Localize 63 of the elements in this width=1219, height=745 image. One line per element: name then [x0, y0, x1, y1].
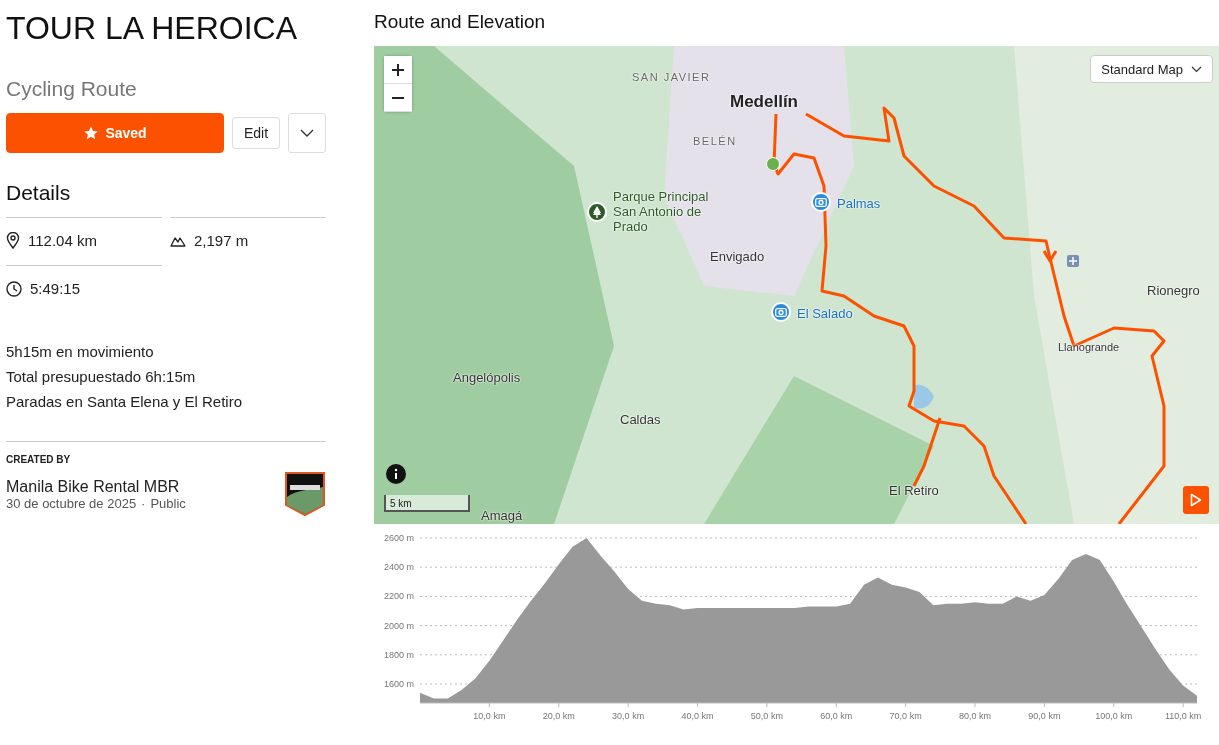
map-place-label: Angelópolis — [453, 370, 521, 385]
y-axis-label: 1800 m — [383, 649, 414, 660]
play-flyover-button[interactable] — [1183, 486, 1209, 514]
created-by-label: CREATED BY — [6, 454, 72, 465]
creator-name[interactable]: Manila Bike Rental MBR — [6, 477, 186, 496]
description-line: Paradas en Santa Elena y El Retiro — [6, 393, 243, 411]
zoom-out-button[interactable] — [384, 84, 412, 112]
play-icon — [1190, 493, 1202, 507]
x-axis-label: 100,0 km — [1095, 711, 1133, 721]
map-place-label: Envigado — [710, 249, 765, 264]
x-axis-label: 30,0 km — [612, 711, 645, 721]
chevron-down-icon — [1191, 65, 1202, 73]
edit-button[interactable]: Edit — [232, 117, 281, 149]
route-type: Cycling Route — [6, 77, 138, 101]
y-axis-label: 2400 m — [383, 562, 414, 573]
description-line: Total presupuestado 6h:15m — [6, 368, 197, 386]
section-title: Route and Elevation — [374, 11, 547, 33]
moving-time-value: 5:49:15 — [30, 280, 81, 297]
plus-icon — [392, 63, 404, 76]
y-axis-label: 1600 m — [383, 679, 414, 689]
created-date: 30 de octubre de 2025 — [6, 495, 137, 511]
x-axis-label: 90,0 km — [1028, 711, 1061, 721]
description-line: 5h15m en movimiento — [6, 343, 155, 361]
distance-value: 112.04 km — [28, 232, 97, 249]
map-place-label: El Retiro — [889, 483, 939, 498]
map-style-dropdown[interactable]: Standard Map — [1090, 55, 1213, 83]
x-axis-label: 40,0 km — [681, 711, 714, 721]
chevron-down-icon — [300, 129, 315, 137]
map-place-label: Caldas — [620, 412, 661, 427]
map-place-label: Llanogrande — [1058, 341, 1120, 353]
map-place-label: Parque Principal San Antonio de Prado — [613, 189, 710, 234]
visibility-label: Public — [150, 495, 186, 511]
y-axis-label: 2600 m — [383, 533, 414, 543]
clock-icon — [6, 280, 22, 297]
separator-dot: · — [141, 495, 146, 511]
x-axis-label: 20,0 km — [542, 711, 575, 721]
map-place-label: Rionegro — [1147, 283, 1200, 298]
info-icon — [386, 464, 406, 484]
location-pin-icon — [6, 232, 20, 249]
map-place-label: Amagá — [481, 508, 523, 523]
star-icon — [83, 125, 100, 141]
details-heading: Details — [6, 181, 72, 205]
info-button[interactable] — [386, 464, 406, 484]
map-place-label: El Salado — [797, 306, 853, 321]
x-axis-label: 70,0 km — [889, 711, 922, 721]
map-scale-bar: 5 km — [384, 495, 470, 512]
map-place-label: BELÉN — [693, 135, 737, 147]
x-axis-label: 80,0 km — [959, 711, 991, 721]
more-dropdown-button[interactable] — [288, 113, 326, 153]
airport-icon — [1067, 255, 1079, 267]
zoom-in-button[interactable] — [384, 56, 412, 84]
map-place-label: Palmas — [837, 196, 881, 211]
shield-logo-icon — [284, 471, 326, 517]
y-axis-label: 2200 m — [383, 591, 414, 602]
map-place-label: SAN JAVIER — [632, 71, 711, 83]
route-title: TOUR LA HEROICA — [6, 10, 299, 47]
y-axis-label: 2000 m — [383, 620, 414, 631]
x-axis-label: 10,0 km — [473, 711, 506, 721]
x-axis-label: 110,0 km — [1164, 711, 1202, 721]
x-axis-label: 50,0 km — [750, 711, 783, 721]
map-place-label: Medellín — [730, 92, 798, 112]
elevation-gain-value: 2,197 m — [194, 232, 249, 249]
x-axis-label: 60,0 km — [820, 711, 853, 721]
